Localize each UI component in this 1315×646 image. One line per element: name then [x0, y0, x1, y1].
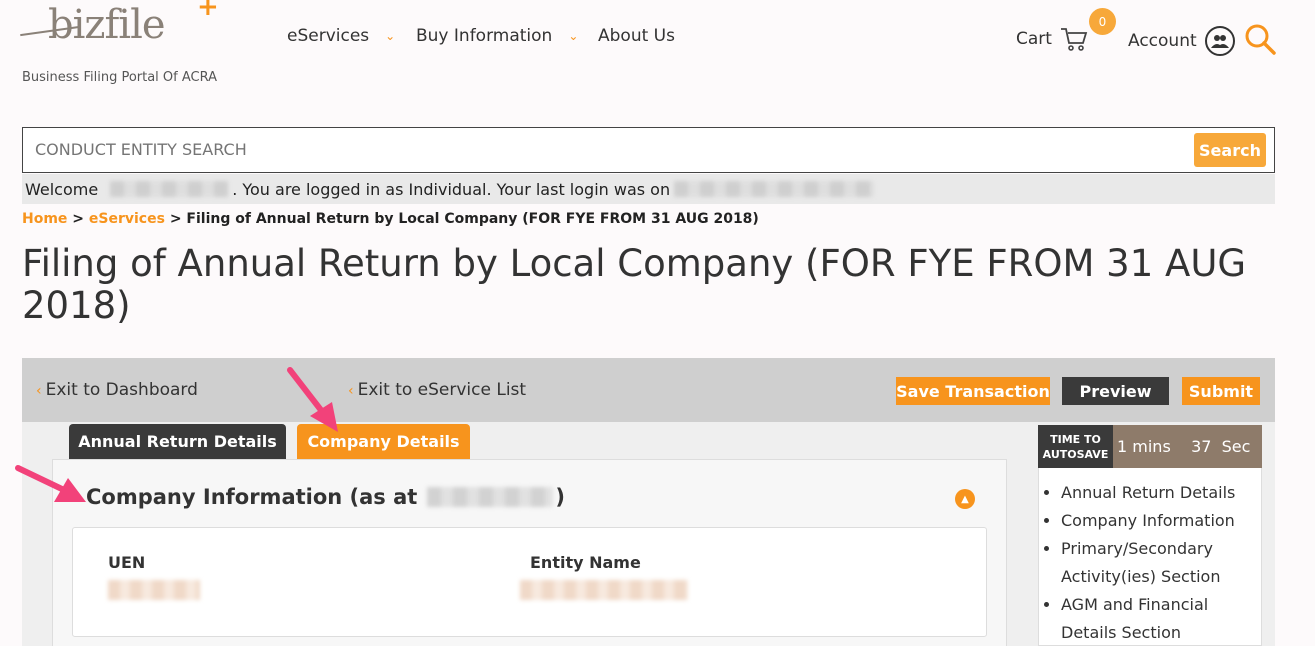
uen-label: UEN — [108, 553, 146, 572]
nav-buy-information-label: Buy Information — [416, 26, 553, 46]
search-button[interactable]: Search — [1194, 133, 1266, 167]
autosave-label: TIME TO AUTOSAVE — [1038, 425, 1113, 468]
account-link[interactable]: Account — [1128, 26, 1235, 56]
section-navigation: Annual Return Details Company Informatio… — [1038, 468, 1262, 646]
autosave-countdown: 1 mins 37 Sec — [1113, 425, 1262, 468]
action-bar: ‹ Exit to Dashboard ‹ Exit to eService Lis… — [22, 358, 1275, 422]
bizfile-logo[interactable]: bizfile + — [20, 0, 220, 62]
chevron-up-icon[interactable]: ▲ — [955, 489, 975, 509]
tab-annual-return-details[interactable]: Annual Return Details — [69, 424, 286, 459]
nav-about-us[interactable]: About Us — [598, 26, 675, 46]
logo-plus-icon: + — [197, 0, 219, 22]
cart-icon — [1060, 28, 1088, 51]
redacted-username — [110, 181, 229, 197]
section-link-agm-financial[interactable]: AGM and Financial Details Section — [1061, 591, 1255, 646]
cart-label: Cart — [1016, 29, 1052, 49]
breadcrumb-current: Filing of Annual Return by Local Company… — [186, 211, 759, 227]
redacted-entity-name-value — [520, 580, 688, 600]
annotation-arrow-section — [15, 465, 86, 502]
exit-to-eservice-list-label: Exit to eService List — [357, 380, 527, 400]
chevron-left-icon: ‹ — [36, 383, 42, 399]
annotation-arrow-tab — [287, 367, 338, 432]
section-link-annual-return-details[interactable]: Annual Return Details — [1061, 479, 1255, 507]
cart-count-badge: 0 — [1089, 8, 1116, 35]
welcome-message: . You are logged in as Individual. Your … — [232, 179, 671, 199]
exit-to-eservice-list-link[interactable]: ‹ Exit to eService List — [348, 380, 526, 400]
users-icon — [1204, 26, 1235, 56]
redacted-last-login — [674, 181, 875, 197]
tagline: Business Filing Portal Of ACRA — [22, 70, 218, 85]
chevron-down-icon: ⌄ — [568, 29, 579, 43]
chevron-down-icon: ⌄ — [385, 29, 396, 43]
breadcrumb-separator: > — [169, 211, 182, 227]
logo-text: bizfile — [48, 2, 166, 48]
nav-about-us-label: About Us — [598, 26, 675, 46]
entity-search-input[interactable] — [35, 140, 1135, 159]
welcome-bar: Welcome . You are logged in as Individua… — [22, 174, 1275, 204]
breadcrumb-home[interactable]: Home — [22, 211, 67, 227]
section-title: Company Information (as at ) — [86, 485, 565, 509]
breadcrumb-separator: > — [72, 211, 85, 227]
section-title-text: Company Information (as at — [86, 485, 418, 509]
section-link-activities[interactable]: Primary/Secondary Activity(ies) Section — [1061, 535, 1255, 591]
nav-eservices[interactable]: eServices ⌄ — [287, 26, 395, 46]
breadcrumb: Home > eServices > Filing of Annual Retu… — [22, 211, 759, 227]
nav-buy-information[interactable]: Buy Information ⌄ — [416, 26, 578, 46]
account-label: Account — [1128, 31, 1197, 51]
redacted-uen-value — [108, 580, 200, 600]
page-title: Filing of Annual Return by Local Company… — [22, 242, 1247, 327]
welcome-prefix: Welcome — [25, 179, 99, 199]
cart-link[interactable]: Cart — [1016, 26, 1088, 52]
entity-search-box: Search — [22, 127, 1275, 173]
section-title-suffix: ) — [555, 485, 565, 509]
submit-button[interactable]: Submit — [1182, 377, 1260, 405]
autosave-timer: TIME TO AUTOSAVE 1 mins 37 Sec — [1038, 425, 1262, 468]
exit-to-dashboard-label: Exit to Dashboard — [45, 380, 198, 400]
nav-eservices-label: eServices — [287, 26, 370, 46]
save-transaction-button[interactable]: Save Transaction — [896, 377, 1050, 405]
preview-button[interactable]: Preview — [1062, 377, 1169, 405]
search-icon[interactable] — [1243, 22, 1277, 56]
redacted-date — [427, 487, 554, 507]
breadcrumb-eservices[interactable]: eServices — [89, 211, 165, 227]
autosave-countdown-value: 1 mins 37 Sec — [1117, 437, 1251, 456]
company-info-card: UEN Entity Name — [72, 527, 987, 637]
section-link-company-information[interactable]: Company Information — [1061, 507, 1255, 535]
entity-name-label: Entity Name — [530, 553, 641, 572]
exit-to-dashboard-link[interactable]: ‹ Exit to Dashboard — [36, 380, 198, 400]
